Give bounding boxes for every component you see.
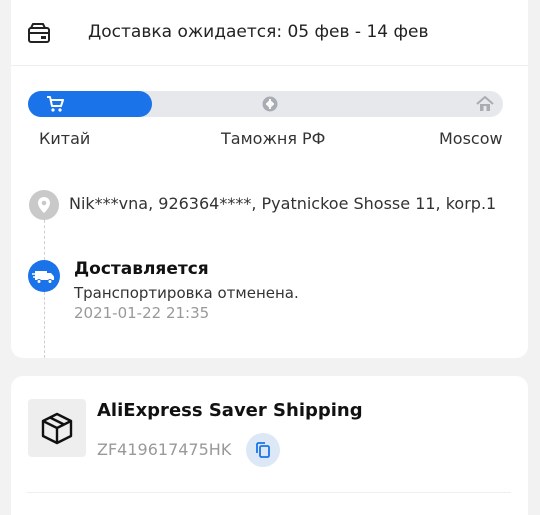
timeline-connector bbox=[44, 292, 45, 358]
progress-track bbox=[28, 91, 503, 117]
divider bbox=[27, 492, 511, 493]
shipping-address: Nik***vna, 926364****, Pyatnickoe Shosse… bbox=[69, 194, 497, 213]
tracking-card: Доставка ожидается: 05 фев - 14 фев Кита… bbox=[11, 0, 528, 358]
tracking-number[interactable]: ZF419617475HK bbox=[97, 440, 231, 459]
delivery-estimate-row: Доставка ожидается: 05 фев - 14 фев bbox=[11, 0, 528, 66]
home-icon bbox=[476, 95, 494, 113]
truck-box-icon bbox=[27, 22, 51, 44]
copy-tracking-button[interactable] bbox=[246, 433, 280, 467]
carrier-name: AliExpress Saver Shipping bbox=[97, 400, 363, 421]
status-title: Доставляется bbox=[74, 259, 209, 279]
step-label-destination: Moscow bbox=[439, 129, 503, 148]
package-icon bbox=[28, 399, 86, 457]
customs-icon bbox=[261, 95, 279, 113]
delivery-truck-icon bbox=[28, 260, 60, 292]
status-timestamp: 2021-01-22 21:35 bbox=[74, 304, 210, 322]
shipment-card: AliExpress Saver Shipping ZF419617475HK bbox=[11, 376, 528, 515]
timeline-connector bbox=[44, 220, 45, 260]
step-label-customs: Таможня РФ bbox=[221, 129, 326, 148]
step-label-china: Китай bbox=[39, 129, 91, 148]
status-description: Транспортировка отменена. bbox=[74, 284, 299, 302]
cart-icon bbox=[46, 95, 64, 113]
delivery-expected-text: Доставка ожидается: 05 фев - 14 фев bbox=[88, 22, 429, 42]
location-pin-icon bbox=[29, 190, 59, 220]
copy-icon bbox=[246, 442, 280, 471]
